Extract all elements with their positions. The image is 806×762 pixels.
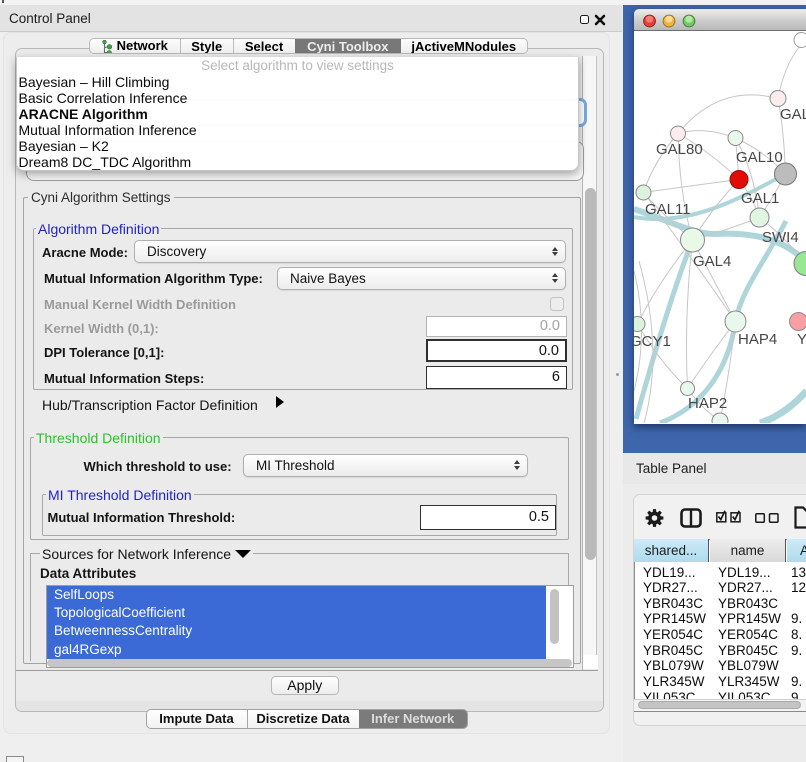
svg-text:GAL80: GAL80 [656, 141, 703, 158]
svg-text:GAL11: GAL11 [645, 201, 691, 218]
svg-text:HAP2: HAP2 [688, 395, 727, 412]
svg-text:HAP4: HAP4 [738, 331, 777, 348]
svg-text:GAL10: GAL10 [736, 149, 783, 166]
svg-text:Y: Y [797, 331, 806, 348]
svg-text:GAL4: GAL4 [693, 253, 731, 270]
svg-text:GAL: GAL [780, 106, 806, 123]
svg-text:SWI4: SWI4 [762, 229, 799, 246]
svg-text:GAL1: GAL1 [741, 190, 779, 207]
svg-text:GCY1: GCY1 [634, 333, 671, 350]
